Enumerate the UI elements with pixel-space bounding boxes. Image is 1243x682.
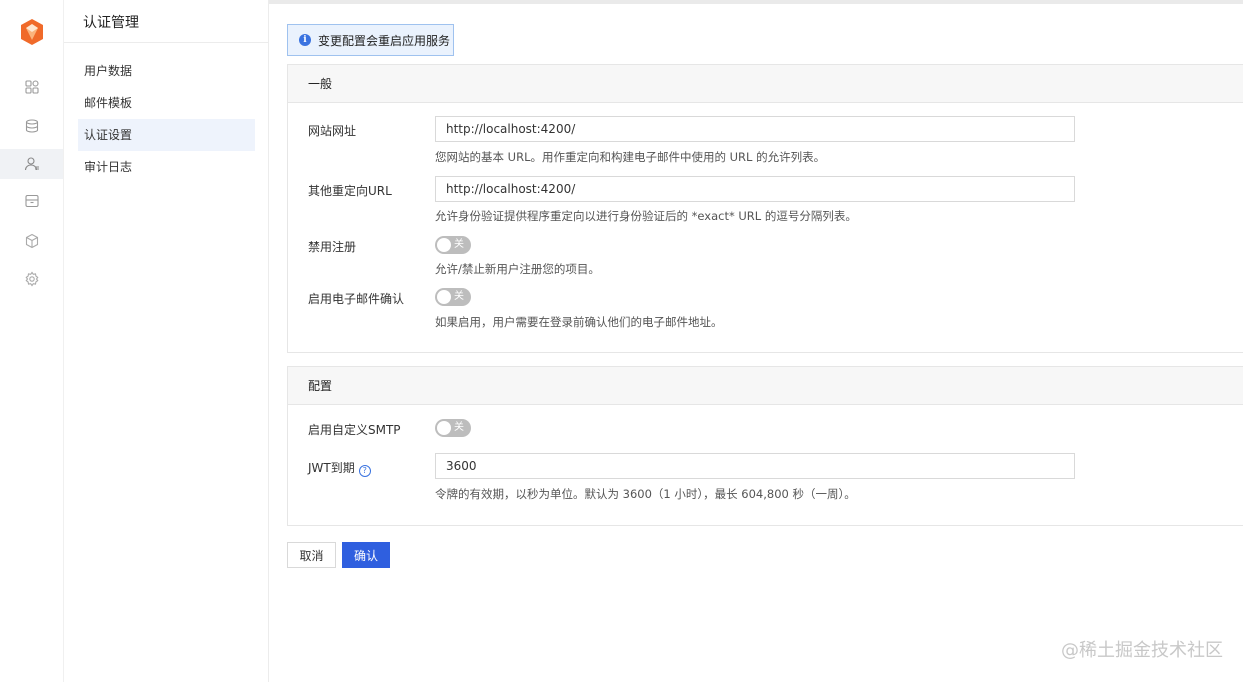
disable-signup-help: 允许/禁止新用户注册您的项目。 (435, 262, 600, 276)
redirect-url-help: 允许身份验证提供程序重定向以进行身份验证后的 *exact* URL 的逗号分隔… (435, 209, 857, 223)
redirect-url-input[interactable]: http://localhost:4200/ (435, 176, 1075, 202)
main-content: i 变更配置会重启应用服务 一般 网站网址 http://localhost:4… (269, 0, 1243, 682)
site-url-label: 网站网址 (308, 124, 357, 138)
disable-signup-label: 禁用注册 (308, 240, 357, 254)
notice-text: 变更配置会重启应用服务 (318, 33, 451, 48)
site-url-help: 您网站的基本 URL。用作重定向和构建电子邮件中使用的 URL 的允许列表。 (435, 150, 826, 164)
redirect-url-label: 其他重定向URL (308, 184, 392, 198)
smtp-toggle[interactable]: 关 (435, 419, 471, 437)
rail-functions-button[interactable] (0, 226, 63, 256)
toggle-knob (437, 421, 451, 435)
cancel-button[interactable]: 取消 (287, 542, 336, 568)
general-section: 一般 网站网址 http://localhost:4200/ 您网站的基本 UR… (287, 64, 1243, 353)
email-confirm-toggle[interactable]: 关 (435, 288, 471, 306)
toggle-state-text: 关 (454, 291, 464, 302)
disable-signup-toggle[interactable]: 关 (435, 236, 471, 254)
jwt-expiry-help: 令牌的有效期，以秒为单位。默认为 3600（1 小时），最长 604,800 秒… (435, 487, 856, 501)
toggle-state-text: 关 (454, 239, 464, 250)
cube-icon (25, 233, 38, 249)
watermark: @稀土掘金技术社区 (1061, 640, 1223, 661)
jwt-label-text: JWT到期 (308, 461, 355, 475)
email-confirm-label: 启用电子邮件确认 (308, 292, 405, 306)
database-icon (25, 119, 38, 133)
storage-icon (24, 194, 39, 208)
general-section-title: 一般 (288, 65, 1243, 103)
site-url-input[interactable]: http://localhost:4200/ (435, 116, 1075, 142)
jwt-label: JWT到期? (308, 459, 371, 477)
config-section-title: 配置 (288, 367, 1243, 405)
toggle-state-text: 关 (454, 422, 464, 433)
dashboard-icon (24, 80, 39, 94)
settings-icon (25, 271, 38, 287)
smtp-label: 启用自定义SMTP (308, 423, 401, 437)
rail-dashboard-button[interactable] (0, 72, 63, 102)
help-question-icon[interactable]: ? (358, 464, 371, 477)
subnav-item-auth-settings[interactable]: 认证设置 (78, 119, 255, 151)
toggle-knob (437, 238, 451, 252)
icon-rail (0, 0, 64, 682)
subnav-list: 用户数据 邮件模板 认证设置 审计日志 (64, 43, 268, 183)
info-icon: i (299, 34, 311, 46)
rail-settings-button[interactable] (0, 264, 63, 294)
subnav-item-audit-log[interactable]: 审计日志 (78, 151, 255, 183)
subnav-title: 认证管理 (64, 0, 268, 43)
subnav-item-email-templates[interactable]: 邮件模板 (78, 87, 255, 119)
auth-subnav: 认证管理 用户数据 邮件模板 认证设置 审计日志 (64, 0, 269, 682)
toggle-knob (437, 290, 451, 304)
rail-auth-button[interactable] (0, 149, 63, 179)
app-logo-icon[interactable] (19, 18, 45, 46)
rail-database-button[interactable] (0, 111, 63, 141)
config-section: 配置 启用自定义SMTP 关 JWT到期? 3600 令牌的有效期，以秒为单位。… (287, 366, 1243, 526)
email-confirm-help: 如果启用，用户需要在登录前确认他们的电子邮件地址。 (435, 315, 723, 329)
jwt-expiry-input[interactable]: 3600 (435, 453, 1075, 479)
rail-storage-button[interactable] (0, 186, 63, 216)
restart-notice: i 变更配置会重启应用服务 (287, 24, 454, 56)
subnav-item-user-data[interactable]: 用户数据 (78, 55, 255, 87)
confirm-button[interactable]: 确认 (342, 542, 390, 568)
user-icon (24, 157, 39, 171)
